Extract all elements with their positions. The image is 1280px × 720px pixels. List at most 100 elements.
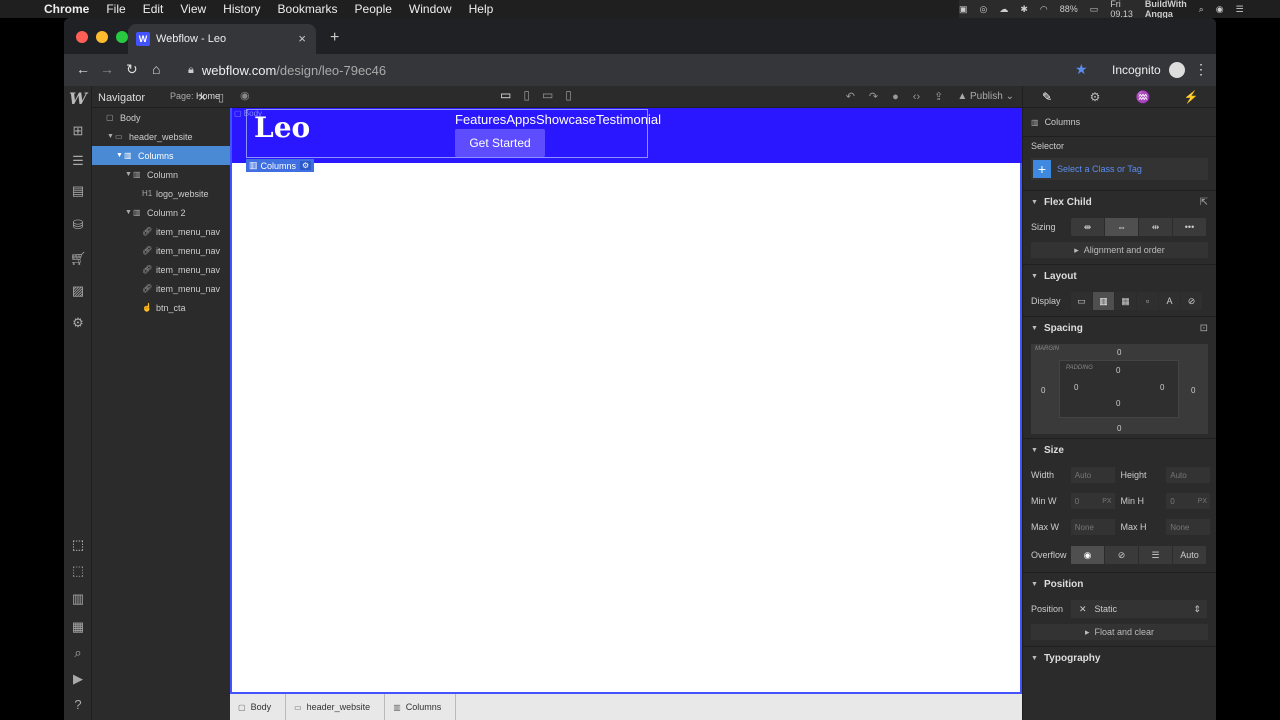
- navigator-tree-item[interactable]: ▼ ▥ Column: [92, 165, 230, 184]
- bookmark-star-icon[interactable]: ★: [1075, 61, 1088, 78]
- breadcrumb-item[interactable]: ▭ header_website: [286, 694, 386, 720]
- padding-right[interactable]: 0: [1160, 383, 1164, 392]
- section-layout[interactable]: ▼ Layout: [1023, 264, 1216, 288]
- display-flex-icon[interactable]: ▥: [1093, 292, 1115, 310]
- mobile-portrait-breakpoint-icon[interactable]: ▯: [565, 88, 572, 102]
- mobile-landscape-breakpoint-icon[interactable]: ▭: [542, 88, 553, 102]
- export-icon[interactable]: ⇪: [934, 90, 943, 103]
- navigator-icon[interactable]: ☰: [69, 152, 87, 170]
- browser-tab[interactable]: W Webflow - Leo ×: [128, 24, 316, 54]
- chrome-menu-icon[interactable]: ⋮: [1194, 61, 1208, 78]
- new-tab-icon[interactable]: +: [330, 29, 339, 47]
- home-icon[interactable]: ⌂: [152, 61, 160, 77]
- margin-right[interactable]: 0: [1191, 386, 1195, 395]
- incognito-indicator[interactable]: Incognito: [1112, 62, 1185, 78]
- ecommerce-icon[interactable]: 🛒︎: [69, 250, 87, 268]
- help-icon[interactable]: ?: [69, 696, 87, 714]
- float-clear-button[interactable]: ▸ Float and clear: [1031, 624, 1208, 640]
- notification-center-icon[interactable]: ☰: [1236, 4, 1244, 15]
- assets-icon[interactable]: ▨: [69, 282, 87, 300]
- comments-icon[interactable]: ●: [892, 91, 899, 103]
- breadcrumb-item[interactable]: ▥ Columns: [385, 694, 457, 720]
- wifi-icon[interactable]: ◠: [1040, 4, 1048, 15]
- page-selector[interactable]: Page: Home: [170, 91, 220, 101]
- overflow-scroll-icon[interactable]: ☰: [1139, 546, 1173, 564]
- overflow-visible-icon[interactable]: ◉: [1071, 546, 1105, 564]
- navigator-tree-item[interactable]: 🔗︎ item_menu_nav: [92, 279, 230, 298]
- video-tutorials-icon[interactable]: ▶: [69, 670, 87, 688]
- selector-field[interactable]: + Select a Class or Tag: [1031, 158, 1208, 180]
- display-none-icon[interactable]: ⊘: [1181, 292, 1203, 310]
- siri-icon[interactable]: ◉: [1216, 4, 1224, 15]
- add-panel-icon[interactable]: ⊞: [69, 122, 87, 140]
- expand-toggle-icon[interactable]: ▼: [125, 171, 133, 178]
- navigator-tree-item[interactable]: ▢ Body: [92, 108, 230, 127]
- section-typography[interactable]: ▼ Typography: [1023, 646, 1216, 670]
- close-window-button[interactable]: [76, 31, 88, 43]
- overflow-hidden-icon[interactable]: ⊘: [1105, 546, 1139, 564]
- max-width-input[interactable]: None: [1070, 519, 1115, 535]
- address-bar[interactable]: 🔒︎ webflow.com /design/leo-79ec46: [178, 57, 1058, 83]
- display-block-icon[interactable]: ▭: [1071, 292, 1093, 310]
- expand-toggle-icon[interactable]: ▼: [107, 133, 115, 140]
- pages-icon[interactable]: ▤: [69, 182, 87, 200]
- navigator-tree-item[interactable]: 🔗︎ item_menu_nav: [92, 222, 230, 241]
- padding-left[interactable]: 0: [1074, 383, 1078, 392]
- tablet-breakpoint-icon[interactable]: ▯: [523, 88, 530, 102]
- minimize-window-button[interactable]: [96, 31, 108, 43]
- max-height-input[interactable]: None: [1166, 519, 1211, 535]
- selected-element-tag[interactable]: ▥ Columns ⚙: [246, 159, 315, 172]
- menu-app-name[interactable]: Chrome: [44, 2, 89, 16]
- expand-toggle-icon[interactable]: ▼: [116, 152, 124, 159]
- publish-button[interactable]: ▲ Publish ⌄: [957, 91, 1014, 102]
- navigator-tree-item[interactable]: 🔗︎ item_menu_nav: [92, 241, 230, 260]
- navigator-tree-item[interactable]: ▼ ▥ Columns: [92, 146, 230, 165]
- margin-left[interactable]: 0: [1041, 386, 1045, 395]
- close-tab-icon[interactable]: ×: [298, 31, 306, 46]
- menu-bookmarks[interactable]: Bookmarks: [278, 2, 338, 16]
- display-inline-icon[interactable]: A: [1159, 292, 1181, 310]
- section-spacing[interactable]: ▼ Spacing ⊡: [1023, 316, 1216, 340]
- desktop-breakpoint-icon[interactable]: ▭: [500, 88, 511, 102]
- spotlight-icon[interactable]: ⌕: [1199, 4, 1204, 15]
- navigator-tree-item[interactable]: ▼ ▥ Column 2: [92, 203, 230, 222]
- min-height-input[interactable]: 0 PX: [1166, 493, 1211, 509]
- overflow-auto-button[interactable]: Auto: [1173, 546, 1207, 564]
- breadcrumb-item[interactable]: ▢ Body: [230, 694, 287, 720]
- shrink-icon[interactable]: ⇼: [1071, 218, 1105, 236]
- select-tool-icon[interactable]: ⬚: [69, 536, 87, 554]
- webflow-logo-icon[interactable]: W: [69, 90, 87, 108]
- navigator-tree-item[interactable]: H1 logo_website: [92, 184, 230, 203]
- audit-icon[interactable]: ▦: [69, 618, 87, 636]
- padding-top[interactable]: 0: [1116, 366, 1120, 375]
- battery-icon[interactable]: ▭: [1090, 4, 1099, 15]
- clock[interactable]: Fri 09.13: [1110, 0, 1133, 19]
- design-canvas[interactable]: ▢ Body Leo Features Apps Showcase Testim…: [230, 108, 1159, 694]
- spacing-expand-icon[interactable]: ⊡: [1200, 323, 1208, 334]
- cms-icon[interactable]: ⛁: [69, 216, 87, 234]
- grow-icon[interactable]: ⇔: [1105, 218, 1139, 236]
- bluetooth-icon[interactable]: ✱: [1020, 4, 1028, 15]
- style-manager-drops-icon[interactable]: ♒: [1119, 90, 1167, 104]
- battery-percent[interactable]: 88%: [1060, 4, 1078, 14]
- grid-overlay-icon[interactable]: ▥: [69, 590, 87, 608]
- menu-people[interactable]: People: [355, 2, 392, 16]
- element-settings-icon[interactable]: ⚙: [300, 161, 312, 170]
- min-width-input[interactable]: 0 PX: [1070, 493, 1115, 509]
- interactions-bolt-icon[interactable]: ⚡: [1167, 90, 1215, 104]
- header-website-section[interactable]: ▢ Body Leo Features Apps Showcase Testim…: [232, 108, 1022, 163]
- width-input[interactable]: Auto: [1070, 467, 1115, 483]
- expand-toggle-icon[interactable]: ▼: [125, 209, 133, 216]
- preview-eye-icon[interactable]: ◉: [240, 89, 250, 102]
- alignment-order-button[interactable]: ▸ Alignment and order: [1031, 242, 1208, 258]
- code-icon[interactable]: ‹›: [913, 91, 920, 103]
- redo-icon[interactable]: ↷: [869, 90, 878, 103]
- section-flex-child[interactable]: ▼ Flex Child ⇱: [1023, 190, 1216, 214]
- screen-record-icon[interactable]: ▣: [959, 4, 968, 15]
- margin-bottom[interactable]: 0: [1117, 424, 1121, 433]
- menubar-user[interactable]: BuildWith Angga: [1145, 0, 1187, 19]
- section-position[interactable]: ▼ Position: [1023, 572, 1216, 596]
- cloud-icon[interactable]: ☁: [999, 4, 1008, 15]
- menu-help[interactable]: Help: [469, 2, 494, 16]
- navigator-tree-item[interactable]: ▼ ▭ header_website: [92, 127, 230, 146]
